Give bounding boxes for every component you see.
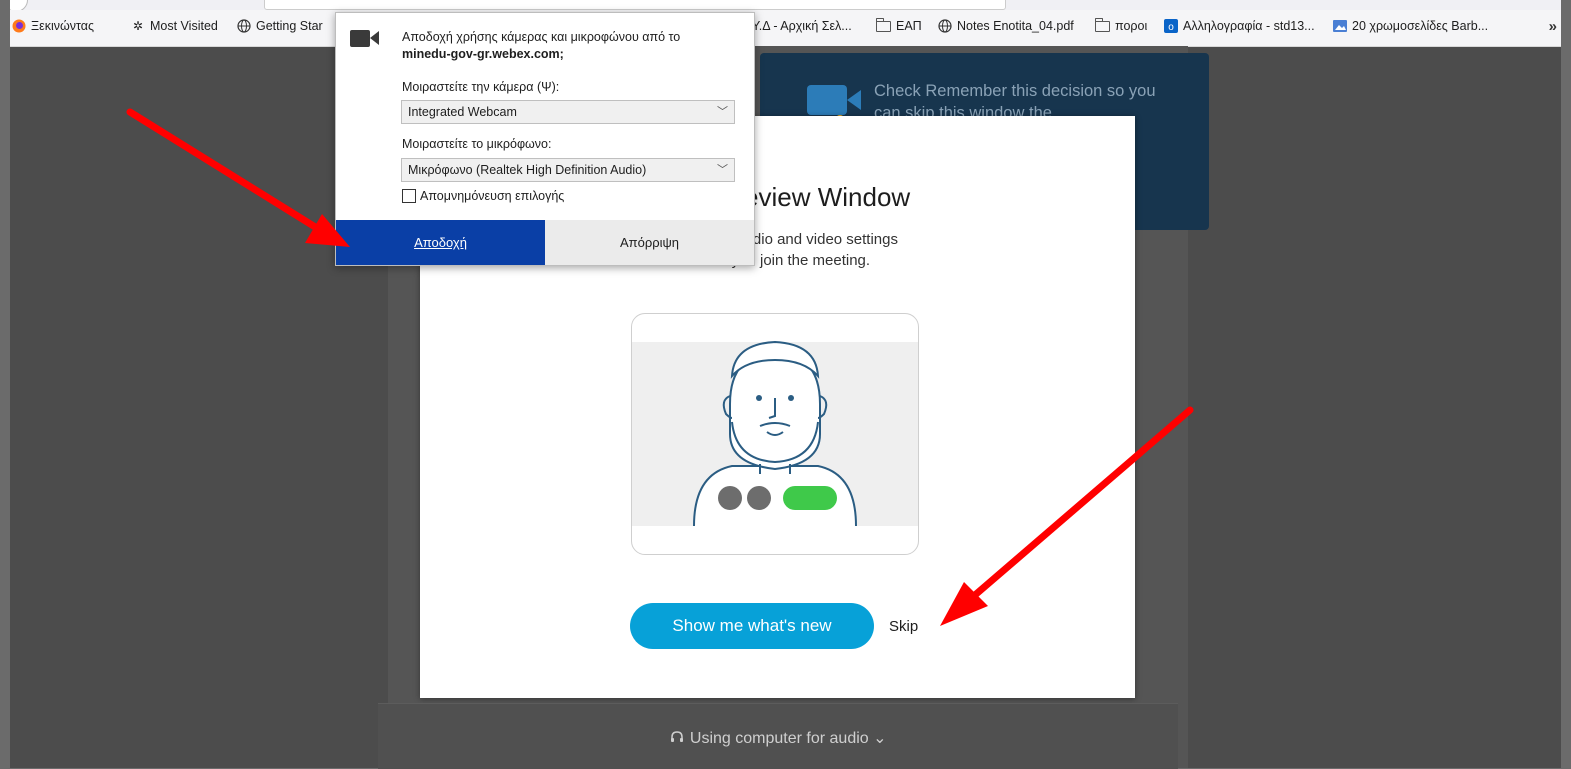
bookmark-label: Ξεκινώντας bbox=[31, 19, 94, 33]
camera-select[interactable]: Integrated Webcam ﹀ bbox=[401, 100, 735, 124]
audio-option-label: Using computer for audio bbox=[689, 730, 869, 747]
url-field[interactable] bbox=[264, 0, 1006, 10]
bookmark-item[interactable]: Ξεκινώντας bbox=[12, 19, 94, 33]
folder-icon bbox=[876, 17, 891, 32]
remember-decision-label: Απομνημόνευση επιλογής bbox=[420, 189, 565, 203]
firefox-icon bbox=[12, 19, 26, 33]
bookmark-item[interactable]: ✲ Most Visited bbox=[131, 19, 218, 33]
chevron-down-icon: ﹀ bbox=[717, 106, 728, 118]
camera-select-value: Integrated Webcam bbox=[408, 105, 517, 119]
bookmark-label: ποροι bbox=[1115, 19, 1148, 33]
globe-icon bbox=[938, 19, 952, 33]
bookmarks-overflow-button[interactable]: » bbox=[1549, 18, 1557, 35]
image-icon bbox=[1333, 19, 1347, 33]
audio-option[interactable]: Using computer for audio ⌄ bbox=[378, 728, 1178, 748]
screen-frame: Ξεκινώντας ✲ Most Visited Getting Star Y… bbox=[0, 0, 1571, 769]
bookmark-label: Getting Star bbox=[256, 19, 323, 33]
outlook-icon: o bbox=[1164, 19, 1178, 33]
bookmark-label: ΕΑΠ bbox=[896, 19, 922, 33]
camera-icon bbox=[807, 85, 861, 115]
bookmark-item[interactable]: ποροι bbox=[1095, 17, 1148, 33]
svg-text:o: o bbox=[1168, 22, 1174, 33]
camera-mic-permission-popup: Αποδοχή χρήσης κάμερας και μικροφώνου απ… bbox=[335, 12, 755, 266]
gear-icon: ✲ bbox=[132, 19, 144, 33]
bookmark-label: Y.Δ - Αρχική Σελ... bbox=[752, 19, 852, 33]
chevron-down-icon: ⌄ bbox=[873, 730, 887, 747]
accept-button[interactable]: Αποδοχή bbox=[336, 220, 545, 265]
bookmark-item[interactable]: Y.Δ - Αρχική Σελ... bbox=[752, 19, 852, 33]
folder-icon bbox=[1095, 17, 1110, 32]
bookmark-label: Αλληλογραφία - std13... bbox=[1183, 19, 1315, 33]
permission-question: Αποδοχή χρήσης κάμερας και μικροφώνου απ… bbox=[402, 29, 742, 63]
bookmark-item[interactable]: Notes Enotita_04.pdf bbox=[938, 19, 1074, 33]
bookmark-item[interactable]: ΕΑΠ bbox=[876, 17, 922, 33]
bookmark-label: Notes Enotita_04.pdf bbox=[957, 19, 1074, 33]
microphone-select[interactable]: Μικρόφωνο (Realtek High Definition Audio… bbox=[401, 158, 735, 182]
bookmark-label: 20 χρωμοσελίδες Barb... bbox=[1352, 19, 1489, 33]
bookmark-label: Most Visited bbox=[150, 19, 218, 33]
checkbox-box[interactable] bbox=[402, 189, 416, 203]
camera-icon bbox=[350, 30, 379, 47]
person-illustration-icon bbox=[693, 340, 857, 527]
show-whats-new-button[interactable]: Show me what's new bbox=[630, 603, 874, 649]
audio-connection-bar: Using computer for audio ⌄ bbox=[378, 703, 1178, 769]
remember-decision-checkbox[interactable]: Απομνημόνευση επιλογής bbox=[402, 189, 564, 203]
url-bar-strip bbox=[10, 0, 1561, 12]
headset-icon bbox=[669, 730, 685, 747]
reject-button[interactable]: Απόρριψη bbox=[545, 220, 754, 265]
camera-share-label: Μοιραστείτε την κάμερα (Ψ): bbox=[402, 80, 560, 94]
bookmark-item[interactable]: Getting Star bbox=[237, 19, 323, 33]
bookmark-item[interactable]: o Αλληλογραφία - std13... bbox=[1164, 19, 1315, 33]
globe-icon bbox=[237, 19, 251, 33]
chevron-down-icon: ﹀ bbox=[717, 164, 728, 176]
mic-share-label: Μοιραστείτε το μικρόφωνο: bbox=[402, 137, 552, 151]
skip-link[interactable]: Skip bbox=[889, 618, 918, 635]
bookmark-item[interactable]: 20 χρωμοσελίδες Barb... bbox=[1333, 19, 1488, 33]
permission-domain: minedu-gov-gr.webex.com; bbox=[402, 47, 564, 61]
bookmarks-toolbar: Ξεκινώντας ✲ Most Visited Getting Star Y… bbox=[10, 10, 1561, 47]
microphone-select-value: Μικρόφωνο (Realtek High Definition Audio… bbox=[408, 163, 647, 177]
preview-illustration bbox=[631, 313, 919, 555]
permission-question-text: Αποδοχή χρήσης κάμερας και μικροφώνου απ… bbox=[402, 30, 681, 44]
